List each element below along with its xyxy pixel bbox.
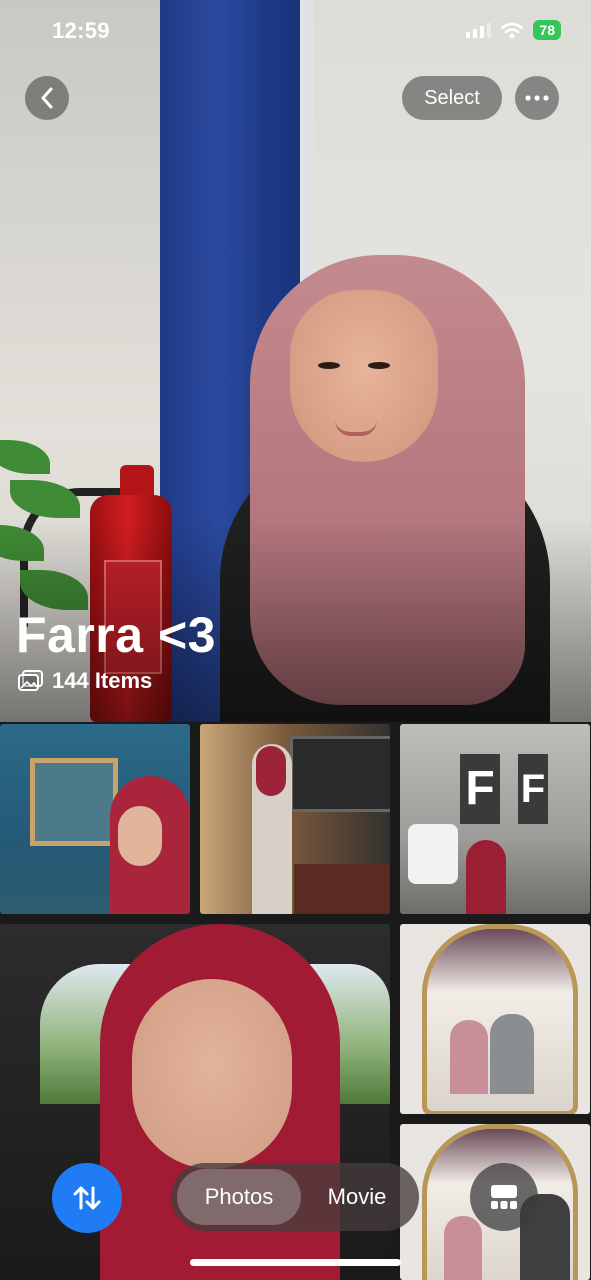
ellipsis-icon (525, 95, 549, 101)
photo-frame (30, 758, 118, 846)
cover-eye-right (368, 362, 390, 369)
more-button[interactable] (515, 76, 559, 120)
album-screen: 12:59 78 Select Farra <3 144 Items F F P… (0, 0, 591, 1280)
parking-sign: F (460, 754, 500, 824)
parking-sign: F (518, 754, 548, 824)
segment-movie[interactable]: Movie (301, 1169, 413, 1225)
photo-car (408, 824, 458, 884)
chevron-left-icon (41, 87, 53, 109)
select-button[interactable]: Select (402, 76, 502, 120)
album-item-count: 144 Items (18, 668, 152, 694)
battery-icon: 78 (533, 20, 561, 40)
photo-tank (290, 736, 390, 812)
photo-hijab (256, 746, 286, 796)
photo-face (132, 979, 292, 1169)
photo-face (118, 806, 162, 866)
photo-person (450, 1020, 488, 1094)
segment-photos[interactable]: Photos (177, 1169, 301, 1225)
photo-stack-icon (18, 670, 43, 691)
photo-person (466, 840, 506, 914)
sort-arrows-icon (73, 1186, 101, 1210)
photo-person (490, 1014, 534, 1094)
photo-tank-lower (294, 864, 390, 914)
photo-person (444, 1216, 482, 1280)
grid-layout-icon (491, 1185, 517, 1209)
layout-button[interactable] (470, 1163, 538, 1231)
back-button[interactable] (25, 76, 69, 120)
view-segmented-control: Photos Movie (171, 1163, 419, 1231)
cover-person-face (290, 290, 438, 462)
status-icons: 78 (466, 20, 561, 40)
cover-leaf (10, 480, 80, 518)
cover-leaf (0, 440, 50, 474)
album-count-label: 144 Items (52, 668, 153, 693)
photo-thumbnail[interactable] (400, 924, 590, 1114)
album-title: Farra <3 (16, 607, 216, 663)
photo-thumbnail[interactable]: F F (400, 724, 590, 914)
wifi-icon (501, 22, 524, 38)
photo-thumbnail[interactable] (200, 724, 390, 914)
home-indicator[interactable] (190, 1259, 401, 1266)
cover-eye-left (318, 362, 340, 369)
photo-thumbnail[interactable] (0, 724, 190, 914)
signal-icon (466, 22, 492, 38)
sort-button[interactable] (52, 1163, 122, 1233)
status-time: 12:59 (52, 18, 110, 43)
